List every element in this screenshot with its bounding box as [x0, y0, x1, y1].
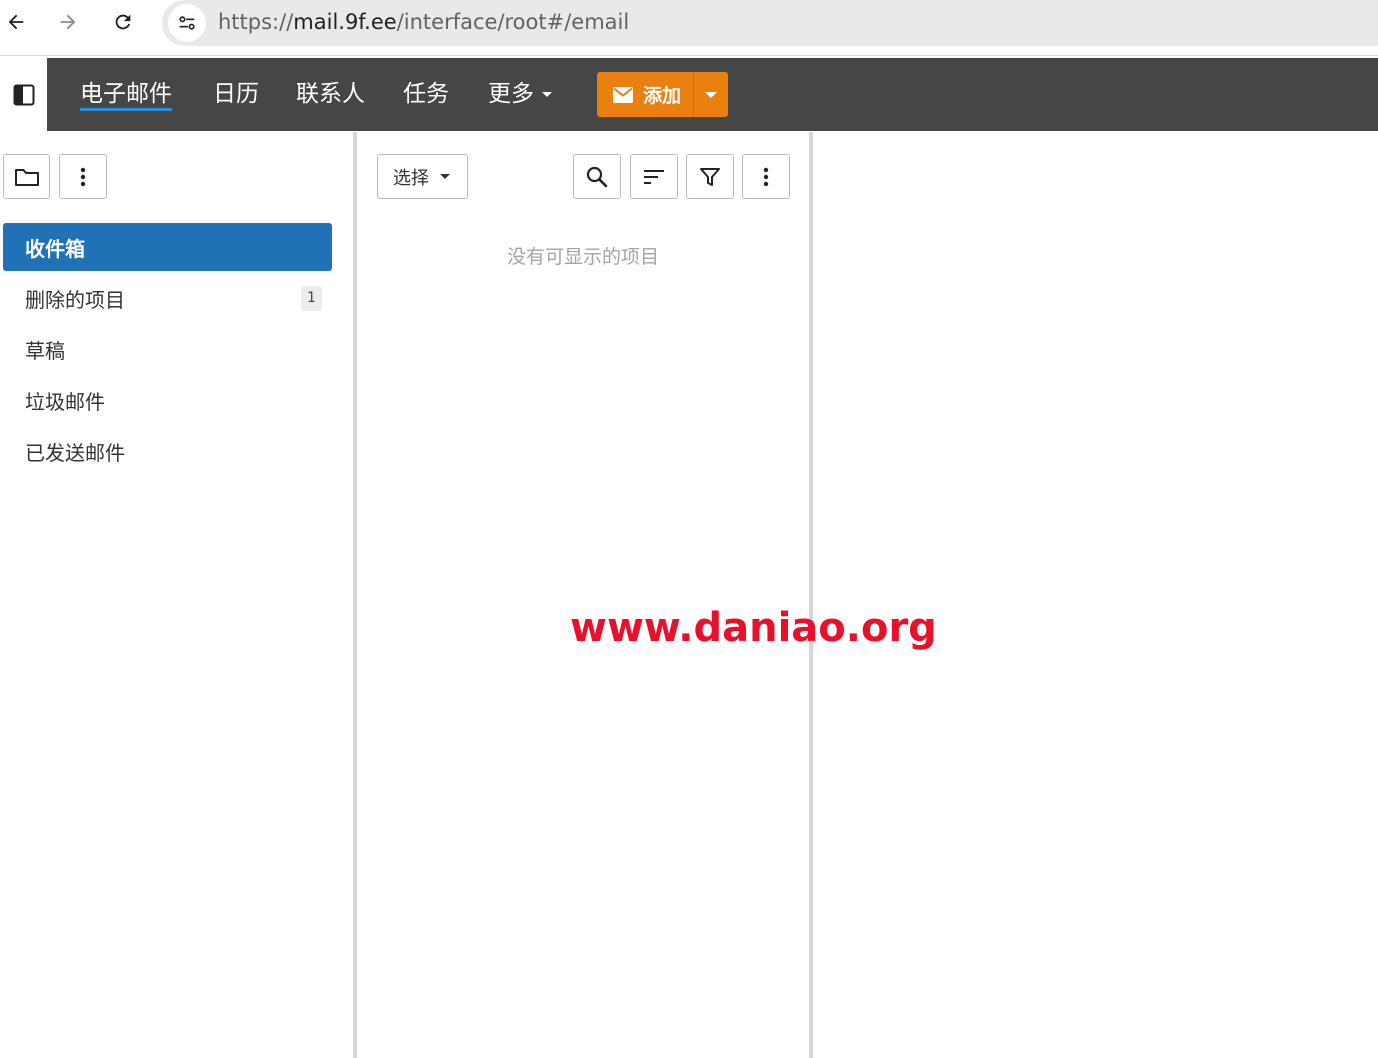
site-info-button[interactable] [168, 4, 206, 42]
tab-calendar[interactable]: 日历 [213, 58, 259, 131]
tab-tasks-label: 任务 [403, 81, 449, 107]
message-list-pane: 选择 没有可显示的项目 [357, 132, 809, 1058]
tab-tasks[interactable]: 任务 [403, 58, 449, 131]
arrow-left-icon [8, 14, 24, 30]
add-button[interactable]: 添加 [597, 72, 693, 117]
sidebar-toggle-button[interactable] [0, 58, 47, 131]
folder-item-drafts[interactable]: 草稿 [3, 325, 332, 373]
folder-item-label: 收件箱 [25, 236, 85, 261]
folder-item-deleted[interactable]: 删除的项目 1 [3, 274, 332, 322]
arrow-right-icon [60, 14, 76, 30]
reload-button[interactable] [107, 6, 139, 38]
app-navigation-bar: 电子邮件 日历 联系人 任务 更多 添加 [47, 58, 1378, 131]
select-dropdown-label: 选择 [393, 167, 429, 189]
folder-button[interactable] [3, 154, 50, 199]
list-options-button[interactable] [742, 154, 790, 199]
folder-item-junk[interactable]: 垃圾邮件 [3, 376, 332, 424]
folder-pane: 收件箱 删除的项目 1 草稿 垃圾邮件 已发送邮件 [0, 132, 353, 1058]
folder-item-label: 垃圾邮件 [25, 389, 105, 414]
forward-button[interactable] [52, 6, 84, 38]
sort-icon [644, 169, 664, 184]
folder-options-button[interactable] [59, 154, 107, 199]
tab-email-label: 电子邮件 [80, 80, 172, 111]
folder-item-label: 删除的项目 [25, 287, 125, 312]
filter-icon [700, 167, 720, 186]
search-button[interactable] [573, 154, 621, 199]
caret-down-icon [705, 91, 717, 98]
reading-pane [813, 132, 1378, 1058]
browser-toolbar: https://mail.9f.ee/interface/root#/email [0, 0, 1378, 56]
tab-contacts-label: 联系人 [296, 81, 365, 107]
folder-item-label: 已发送邮件 [25, 440, 125, 465]
folder-icon [14, 168, 39, 186]
sort-button[interactable] [630, 154, 678, 199]
tab-more-label: 更多 [488, 81, 534, 107]
tab-calendar-label: 日历 [213, 81, 259, 107]
filter-button[interactable] [686, 154, 734, 199]
kebab-menu-icon [763, 167, 769, 186]
sidebar-panel-icon [13, 84, 34, 105]
url-host: mail.9f.ee [293, 10, 397, 34]
add-dropdown-button[interactable] [694, 72, 728, 117]
add-button-group: 添加 [597, 72, 728, 117]
folder-item-sent[interactable]: 已发送邮件 [3, 427, 332, 475]
add-button-label: 添加 [643, 85, 682, 107]
url-text[interactable]: https://mail.9f.ee/interface/root#/email [218, 0, 629, 44]
address-bar[interactable]: https://mail.9f.ee/interface/root#/email [162, 0, 1378, 46]
tab-contacts[interactable]: 联系人 [296, 58, 365, 131]
tab-more[interactable]: 更多 [488, 58, 552, 131]
select-dropdown-button[interactable]: 选择 [377, 154, 468, 199]
back-button[interactable] [0, 6, 32, 38]
tab-email[interactable]: 电子邮件 [80, 58, 172, 131]
folder-item-label: 草稿 [25, 338, 65, 363]
envelope-icon [613, 86, 633, 103]
url-prefix: https:// [218, 10, 294, 34]
folder-item-inbox[interactable]: 收件箱 [3, 223, 332, 271]
caret-down-icon [542, 92, 552, 97]
reload-icon [115, 14, 131, 30]
caret-down-icon [440, 174, 450, 179]
watermark-text: www.daniao.org [570, 605, 937, 651]
url-path: /interface/root#/email [396, 10, 630, 34]
kebab-menu-icon [80, 167, 86, 186]
unread-count-badge: 1 [301, 286, 322, 311]
empty-list-message: 没有可显示的项目 [506, 246, 659, 268]
search-icon [586, 166, 608, 187]
tune-icon [179, 16, 195, 30]
